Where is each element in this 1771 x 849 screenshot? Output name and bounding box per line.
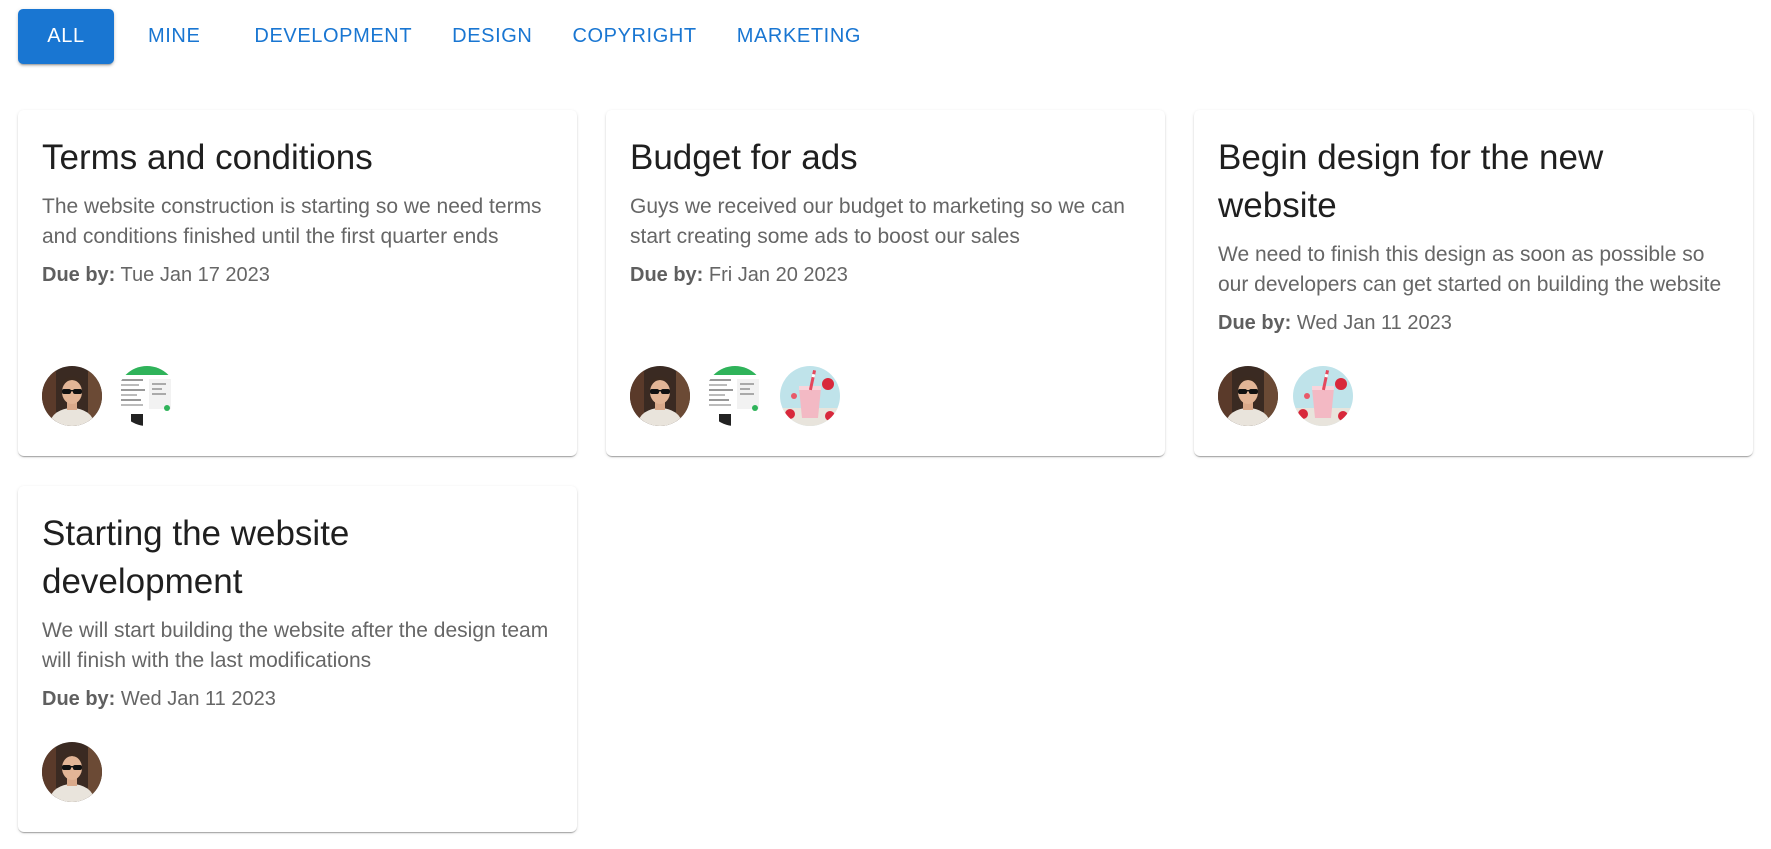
assignee-avatars	[42, 366, 177, 426]
filter-marketing-button[interactable]: MARKETING	[717, 9, 881, 64]
screenshot-avatar[interactable]	[117, 366, 177, 426]
due-date-value: Fri Jan 20 2023	[708, 264, 848, 286]
due-date-value: Wed Jan 11 2023	[1296, 312, 1452, 334]
due-label: Due by:	[42, 688, 116, 710]
card-title: Begin design for the new website	[1218, 138, 1604, 225]
due-date-value: Wed Jan 11 2023	[120, 688, 276, 710]
category-filter-bar: ALL MINE DEVELOPMENT DESIGN COPYRIGHT MA…	[18, 9, 881, 64]
person-avatar[interactable]	[42, 742, 102, 802]
person-avatar[interactable]	[1218, 366, 1278, 426]
assignee-avatars	[1218, 366, 1353, 426]
card-title: Starting the website development	[42, 514, 350, 601]
smoothie-avatar[interactable]	[780, 366, 840, 426]
due-label: Due by:	[42, 264, 116, 286]
due-date: Due by: Wed Jan 11 2023	[1218, 310, 1729, 336]
card-description: Guys we received our budget to marketing…	[630, 195, 1125, 248]
filter-development-button[interactable]: DEVELOPMENT	[234, 9, 432, 64]
task-card[interactable]: Begin design for the new website We need…	[1194, 110, 1753, 456]
due-date: Due by: Tue Jan 17 2023	[42, 262, 553, 288]
filter-mine-button[interactable]: MINE	[128, 9, 220, 64]
due-label: Due by:	[630, 264, 704, 286]
card-title: Terms and conditions	[42, 138, 373, 177]
filter-all-button[interactable]: ALL	[18, 9, 114, 64]
smoothie-avatar[interactable]	[1293, 366, 1353, 426]
filter-copyright-button[interactable]: COPYRIGHT	[552, 9, 716, 64]
due-date: Due by: Fri Jan 20 2023	[630, 262, 1141, 288]
task-card[interactable]: Terms and conditions The website constru…	[18, 110, 577, 456]
person-avatar[interactable]	[42, 366, 102, 426]
screenshot-avatar[interactable]	[705, 366, 765, 426]
assignee-avatars	[630, 366, 840, 426]
due-label: Due by:	[1218, 312, 1292, 334]
card-description: We will start building the website after…	[42, 619, 549, 672]
due-date: Due by: Wed Jan 11 2023	[42, 686, 553, 712]
card-description: The website construction is starting so …	[42, 195, 542, 248]
due-date-value: Tue Jan 17 2023	[120, 264, 270, 286]
assignee-avatars	[42, 742, 102, 802]
card-description: We need to finish this design as soon as…	[1218, 243, 1722, 296]
task-card[interactable]: Starting the website development We will…	[18, 486, 577, 832]
person-avatar[interactable]	[630, 366, 690, 426]
task-card[interactable]: Budget for ads Guys we received our budg…	[606, 110, 1165, 456]
card-title: Budget for ads	[630, 138, 858, 177]
filter-design-button[interactable]: DESIGN	[432, 9, 552, 64]
